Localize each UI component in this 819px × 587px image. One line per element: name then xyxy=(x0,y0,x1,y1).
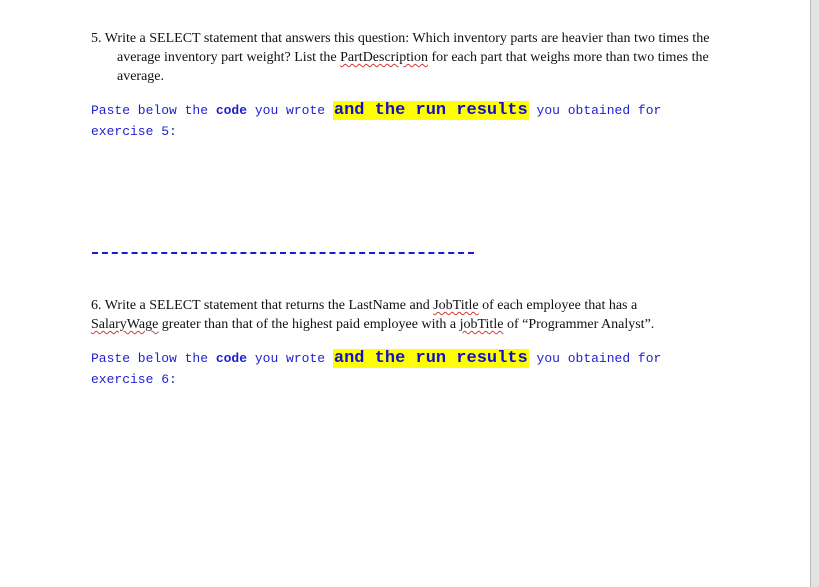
highlighted-text: and the run results xyxy=(332,101,529,120)
exercise-6-instruction: Paste below the code you wrote and the r… xyxy=(91,349,662,387)
spellcheck-term-partdescription: PartDescription xyxy=(340,50,429,65)
spellcheck-term-jobtitle: JobTitle xyxy=(433,298,479,313)
spellcheck-term-salarywage: SalaryWage xyxy=(91,317,159,332)
exercise-5-instruction: Paste below the code you wrote and the r… xyxy=(91,101,662,139)
document-page[interactable]: 5. Write a SELECT statement that answers… xyxy=(0,0,810,587)
exercise-5-question: 5. Write a SELECT statement that answers… xyxy=(91,31,710,84)
exercise-6-question: 6. Write a SELECT statement that returns… xyxy=(91,298,655,332)
exercise-5-number: 5. xyxy=(91,31,102,46)
exercise-6-number: 6. xyxy=(91,298,102,313)
separator-dashed-line xyxy=(92,252,474,254)
spellcheck-term-jobtitle-lower: jobTitle xyxy=(459,317,504,332)
page-edge-margin xyxy=(810,0,819,587)
highlighted-text: and the run results xyxy=(332,349,529,368)
